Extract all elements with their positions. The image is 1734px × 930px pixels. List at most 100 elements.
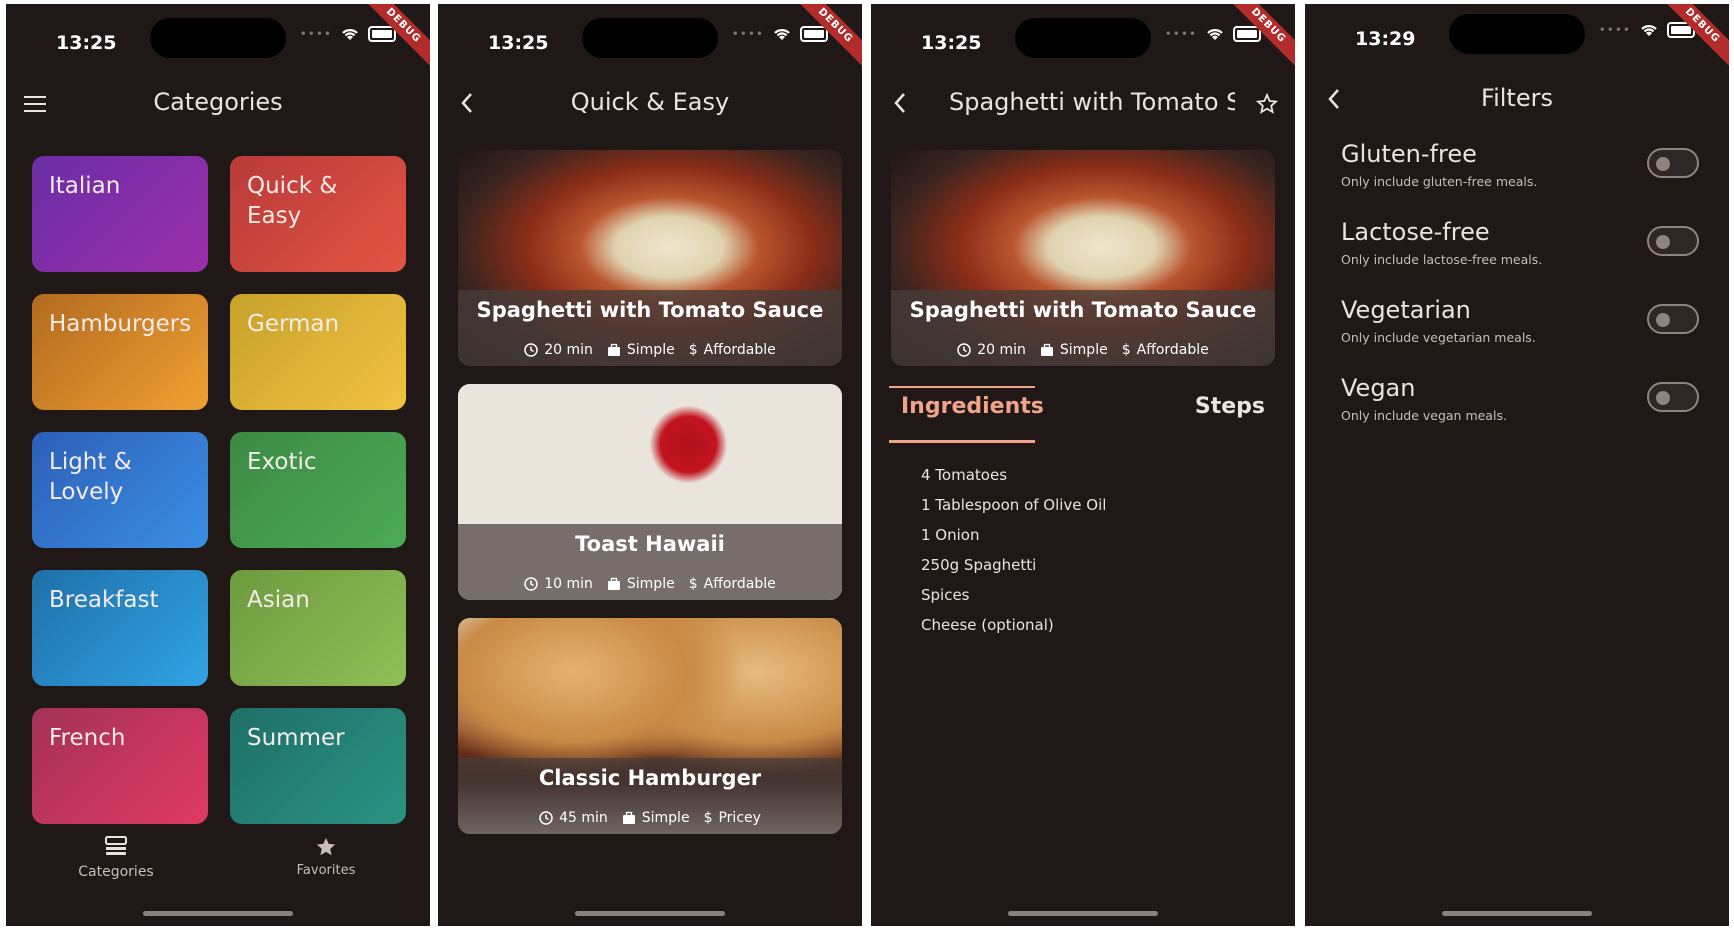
tab-underline [889,440,1035,443]
list-item: 1 Onion [921,526,980,544]
category-tile-asian[interactable]: Asian [230,570,406,686]
meal-card[interactable]: Toast Hawaii 10 min Simple $ Affordable [458,384,842,600]
home-indicator [575,911,725,916]
tab-ingredients[interactable]: Ingredients [901,394,1044,419]
meals-screen: 13:25 •••• DEBUG Quick & Easy Spaghetti … [438,4,862,926]
category-label: Asian [247,587,310,613]
page-title: Categories [153,88,283,116]
tab-indicator [889,386,1035,388]
meal-overlay: Spaghetti with Tomato Sauce 20 min Simpl… [891,290,1275,366]
duration-label: 10 min [544,576,593,592]
complexity-label: Simple [626,342,675,358]
wifi-icon [774,29,790,40]
app-bar: Spaghetti with Tomato S... [871,74,1295,134]
category-label: Italian [49,173,121,199]
filters-screen: 13:29 •••• DEBUG Filters Gluten-free Onl… [1305,4,1729,926]
category-tile-breakfast[interactable]: Breakfast [32,570,208,686]
affordability-label: Affordable [703,342,776,358]
meal-detail-screen: 13:25 •••• DEBUG Spaghetti with Tomato S… [871,4,1295,926]
home-indicator [143,911,293,916]
nav-label: Favorites [296,863,356,878]
category-tile-french[interactable]: French [32,708,208,824]
wifi-icon [342,29,358,40]
affordability: $ Affordable [689,342,776,358]
category-label: Quick & Easy [247,173,338,229]
complexity: Simple [607,342,675,358]
status-icons: •••• [732,26,828,42]
list-item: 250g Spaghetti [921,556,1037,574]
filter-lactose-free[interactable]: Lactose-free Only include lactose-free m… [1341,218,1699,278]
category-tile-hamburgers[interactable]: Hamburgers [32,294,208,410]
meal-card[interactable]: Spaghetti with Tomato Sauce 20 min Simpl… [458,150,842,366]
duration-label: 20 min [544,342,593,358]
dollar-icon: $ [688,576,698,592]
vegetarian-switch[interactable] [1647,304,1699,334]
category-label: Summer [247,725,345,751]
category-tile-german[interactable]: German [230,294,406,410]
status-time: 13:25 [56,32,117,54]
category-label: German [247,311,340,337]
complexity-label: Simple [1059,342,1108,358]
meal-overlay: Spaghetti with Tomato Sauce 20 min Simpl… [458,290,842,366]
status-time: 13:25 [488,32,549,54]
categories-icon [105,836,127,855]
filter-gluten-free[interactable]: Gluten-free Only include gluten-free mea… [1341,140,1699,200]
nav-label: Categories [78,864,154,880]
category-tile-quick-easy[interactable]: Quick & Easy [230,156,406,272]
page-title: Quick & Easy [570,88,730,116]
nav-categories[interactable]: Categories [36,836,196,880]
star-icon [316,837,336,856]
meal-meta: 10 min Simple $ Affordable [458,576,842,592]
gluten-free-switch[interactable] [1647,148,1699,178]
meal-title: Toast Hawaii [575,532,725,556]
briefcase-icon [1040,343,1053,356]
category-tile-light-lovely[interactable]: Light & Lovely [32,432,208,548]
duration: 45 min [539,810,608,826]
nav-favorites[interactable]: Favorites [246,836,406,878]
category-grid: Italian Quick & Easy Hamburgers German L… [32,156,406,824]
category-label: Hamburgers [49,311,192,337]
filter-title: Gluten-free [1341,140,1477,168]
filter-subtitle: Only include gluten-free meals. [1341,174,1538,189]
status-icons: •••• [1165,26,1261,42]
page-title: Filters [1481,84,1553,112]
categories-screen: 13:25 •••• DEBUG Categories Italian Quic… [6,4,430,926]
lactose-free-switch[interactable] [1647,226,1699,256]
filter-vegetarian[interactable]: Vegetarian Only include vegetarian meals… [1341,296,1699,356]
affordability-label: Affordable [703,576,776,592]
meal-header-card: Spaghetti with Tomato Sauce 20 min Simpl… [891,150,1275,366]
filter-subtitle: Only include lactose-free meals. [1341,252,1543,267]
app-bar: Quick & Easy [438,74,862,134]
affordability-label: Pricey [718,810,761,826]
category-tile-italian[interactable]: Italian [32,156,208,272]
back-arrow-icon[interactable] [893,92,907,114]
meal-overlay: Toast Hawaii 10 min Simple $ Affordable [458,524,842,600]
dynamic-island [1449,14,1585,54]
briefcase-icon [607,343,620,356]
status-time: 13:25 [921,32,982,54]
signal-icon: •••• [299,27,332,41]
category-label: Light & Lovely [49,449,132,505]
meal-title: Spaghetti with Tomato Sauce [476,298,824,322]
clock-icon [957,343,971,357]
complexity: Simple [622,810,690,826]
status-icons: •••• [1599,22,1695,38]
meal-card[interactable]: Classic Hamburger 45 min Simple $ Pricey [458,618,842,834]
complexity: Simple [1040,342,1108,358]
briefcase-icon [607,577,620,590]
list-item: 1 Tablespoon of Olive Oil [921,496,1107,514]
list-item: Cheese (optional) [921,616,1054,634]
vegan-switch[interactable] [1647,382,1699,412]
category-tile-summer[interactable]: Summer [230,708,406,824]
dollar-icon: $ [1121,342,1131,358]
list-item: 4 Tomatoes [921,466,1008,484]
category-tile-exotic[interactable]: Exotic [230,432,406,548]
signal-icon: •••• [1164,27,1197,41]
meal-meta: 45 min Simple $ Pricey [458,810,842,826]
complexity-label: Simple [641,810,690,826]
category-label: Breakfast [49,587,159,613]
star-outline-icon[interactable] [1255,92,1279,116]
filter-subtitle: Only include vegan meals. [1341,408,1507,423]
tab-steps[interactable]: Steps [1195,394,1265,419]
filter-vegan[interactable]: Vegan Only include vegan meals. [1341,374,1699,434]
